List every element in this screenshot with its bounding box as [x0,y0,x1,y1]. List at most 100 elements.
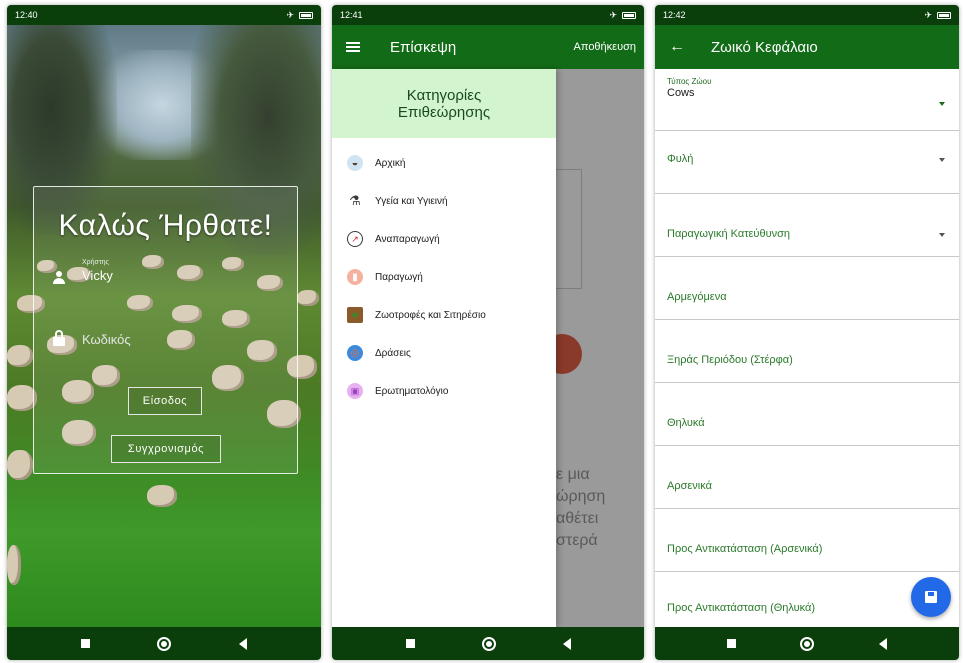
login-card: Καλώς Ήρθατε! Χρήστης Vicky Κωδικός Είσο… [33,186,298,474]
drawer-item-label: Αρχική [375,157,406,169]
home-icon[interactable] [481,636,496,651]
back-icon[interactable] [239,637,248,650]
dry-period-label: Ξηράς Περιόδου (Στέρφα) [667,354,793,366]
status-bar: 12:40 ✈ [7,5,321,25]
drawer-item-actions[interactable]: ◎ Δράσεις [332,334,556,372]
status-bar: 12:42 ✈ [655,5,959,25]
milked-label: Αρμεγόμενα [667,291,727,303]
navigation-drawer: Κατηγορίες Επιθεώρησης ◒ Αρχική ⚗ Υγεία … [332,69,556,627]
drawer-item-label: Παραγωγή [375,271,423,283]
system-nav-bar [655,627,959,660]
animal-type-select[interactable]: Τύπος Ζώου Cows [655,69,959,131]
password-placeholder: Κωδικός [82,332,131,347]
microscope-icon: ⚗ [349,193,361,208]
drawer-item-label: Δράσεις [375,347,411,359]
breed-select[interactable]: Φυλή [655,131,959,194]
drawer-title-line: Κατηγορίες [406,86,482,104]
target-icon: ◎ [347,345,363,361]
chevron-down-icon [939,233,945,237]
back-icon[interactable] [878,637,887,650]
password-field[interactable]: Κωδικός [52,320,279,354]
home-icon[interactable] [800,636,815,651]
background-text-line: αθέτει [556,510,599,527]
females-label: Θηλυκά [667,417,705,429]
males-input[interactable]: Αρσενικά [655,446,959,509]
replacement-males-input[interactable]: Προς Αντικατάσταση (Αρσενικά) [655,509,959,572]
home-icon[interactable] [157,636,172,651]
drawer-title-line: Επιθεώρησης [397,103,491,121]
background-text-line: στερά [556,532,598,549]
floppy-disk-icon [925,591,937,603]
drawer-item-label: Ζωοτροφές και Σιτηρέσιο [375,309,486,321]
drawer-header: Κατηγορίες Επιθεώρησης [332,69,556,138]
animal-type-value: Cows [667,87,695,99]
production-direction-label: Παραγωγική Κατεύθυνση [667,228,790,240]
login-button[interactable]: Είσοδος [128,387,202,415]
animal-type-caption: Τύπος Ζώου [667,77,712,86]
username-field[interactable]: Χρήστης Vicky [52,259,279,293]
feed-icon: ♣ [347,307,363,323]
drawer-item-label: Αναπαραγωγή [375,233,440,245]
milked-input[interactable]: Αρμεγόμενα [655,257,959,320]
airplane-icon: ✈ [286,9,294,20]
save-fab-button[interactable] [911,577,951,617]
battery-icon [937,11,951,19]
app-bar: ← Ζωικό Κεφάλαιο [655,25,959,69]
chevron-down-icon [939,102,945,106]
form: Τύπος Ζώου Cows Φυλή Παραγωγική Κατεύθυν… [655,69,959,627]
production-direction-select[interactable]: Παραγωγική Κατεύθυνση [655,194,959,257]
menu-icon[interactable] [346,42,360,52]
males-label: Αρσενικά [667,480,712,492]
recents-icon[interactable] [405,639,415,648]
cow-icon: ◒ [347,155,363,171]
replacement-males-label: Προς Αντικατάσταση (Αρσενικά) [667,543,823,555]
app-bar: Επίσκεψη Αποθήκευση [332,25,644,69]
reproduction-icon: ↗ [347,231,363,247]
airplane-icon: ✈ [924,9,932,20]
drawer-item-label: Ερωτηματολόγιο [375,385,449,397]
dry-period-input[interactable]: Ξηράς Περιόδου (Στέρφα) [655,320,959,383]
save-action[interactable]: Αποθήκευση [574,41,636,53]
sheep [297,290,319,306]
battery-icon [299,11,313,19]
background-text: ε μια ώρηση αθέτει στερά [556,464,605,552]
milk-icon: ▮ [347,269,363,285]
sheep [7,345,33,367]
drawer-item-feed[interactable]: ♣ Ζωοτροφές και Σιτηρέσιο [332,296,556,334]
username-value: Vicky [82,268,113,283]
username-label: Χρήστης [82,259,109,266]
lock-icon [52,330,66,346]
status-bar: 12:41 ✈ [332,5,644,25]
app-bar-title: Επίσκεψη [390,38,457,56]
drawer-item-label: Υγεία και Υγιεινή [375,195,448,207]
females-input[interactable]: Θηλυκά [655,383,959,446]
recents-icon[interactable] [80,639,90,648]
questionnaire-icon: ▣ [347,383,363,399]
drawer-screen: 12:41 ✈ Επίσκεψη Αποθήκευση ε μια ώρηση … [332,5,644,660]
livestock-form-screen: 12:42 ✈ ← Ζωικό Κεφάλαιο Τύπος Ζώου Cows… [655,5,959,660]
airplane-icon: ✈ [609,9,617,20]
status-time: 12:41 [340,10,363,20]
back-icon[interactable] [562,637,571,650]
drawer-item-reproduction[interactable]: ↗ Αναπαραγωγή [332,220,556,258]
sync-button[interactable]: Συγχρονισμός [111,435,221,463]
sheep [7,450,33,480]
back-arrow-icon[interactable]: ← [669,38,685,56]
drawer-item-questionnaire[interactable]: ▣ Ερωτηματολόγιο [332,372,556,410]
breed-label: Φυλή [667,153,694,165]
drawer-item-home[interactable]: ◒ Αρχική [332,144,556,182]
chevron-down-icon [939,158,945,162]
sheep [147,485,177,507]
drawer-item-production[interactable]: ▮ Παραγωγή [332,258,556,296]
recents-icon[interactable] [727,639,737,648]
user-icon [52,271,66,285]
sheep [7,545,21,585]
system-nav-bar [7,627,321,660]
replacement-females-label: Προς Αντικατάσταση (Θηλυκά) [667,602,816,614]
battery-icon [622,11,636,19]
app-bar-title: Ζωικό Κεφάλαιο [711,38,818,56]
status-time: 12:40 [15,10,38,20]
drawer-item-health[interactable]: ⚗ Υγεία και Υγιεινή [332,182,556,220]
status-time: 12:42 [663,10,686,20]
background-text-line: ε μια [556,466,590,483]
